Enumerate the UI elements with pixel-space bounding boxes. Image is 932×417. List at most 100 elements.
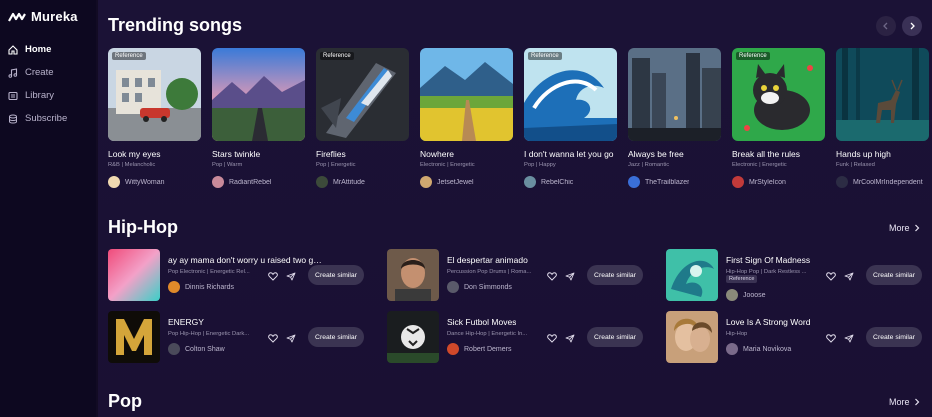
sidebar-item-label: Subscribe [25, 113, 68, 124]
sidebar-item-library[interactable]: Library [8, 84, 67, 107]
song-author[interactable]: Maria Novikova [726, 343, 791, 355]
item-actions [826, 268, 854, 286]
song-card[interactable]: Stars twinkle Pop | Warm RadiantRebel [212, 48, 305, 188]
share-icon[interactable] [286, 268, 296, 286]
song-author[interactable]: TheTrailblazer [628, 176, 721, 188]
song-tags: Pop | Happy [524, 162, 556, 168]
heart-icon[interactable] [547, 330, 557, 348]
song-author[interactable]: RebelChic [524, 176, 617, 188]
heart-icon[interactable] [268, 330, 278, 348]
song-cover: Reference [316, 48, 409, 141]
song-cover [108, 249, 160, 301]
hiphop-more-link[interactable]: More [889, 223, 920, 233]
create-similar-button[interactable]: Create similar [587, 327, 643, 347]
song-title: Stars twinkle [212, 149, 261, 159]
heart-icon[interactable] [826, 268, 836, 286]
song-card[interactable]: Always be free Jazz | Romantic TheTrailb… [628, 48, 721, 188]
song-author[interactable]: MrAttitude [316, 176, 409, 188]
song-card[interactable]: Reference Look my eyes R&B | Melancholic… [108, 48, 201, 188]
chevron-right-icon [910, 22, 915, 30]
avatar [168, 343, 180, 355]
song-author[interactable]: Jooose [726, 289, 766, 301]
song-title: Nowhere [420, 149, 455, 159]
song-author[interactable]: Robert Demers [447, 343, 511, 355]
home-icon [8, 44, 18, 55]
song-author[interactable]: RadiantRebel [212, 176, 305, 188]
song-title: Always be free [628, 149, 684, 159]
pop-more-link[interactable]: More [889, 397, 920, 407]
list-item[interactable]: Sick Futbol Moves Dance Hip-Hop | Energe… [387, 311, 645, 363]
author-name: Dinnis Richards [185, 283, 235, 291]
heart-icon[interactable] [547, 268, 557, 286]
list-item[interactable]: ENERGY Pop Hip-Hop | Energetic Dark... C… [108, 311, 366, 363]
reference-badge: Reference [736, 52, 770, 60]
sidebar-item-subscribe[interactable]: Subscribe [8, 107, 67, 130]
song-author[interactable]: Colton Shaw [168, 343, 225, 355]
avatar [420, 176, 432, 188]
list-item[interactable]: Love Is A Strong Word Hip-Hop Maria Novi… [666, 311, 924, 363]
author-name: Maria Novikova [743, 345, 792, 353]
author-name: RadiantRebel [229, 178, 272, 186]
heart-icon[interactable] [826, 330, 836, 348]
share-icon[interactable] [286, 330, 296, 348]
song-author[interactable]: WittyWoman [108, 176, 201, 188]
song-title: I don't wanna let you go [524, 149, 614, 159]
app-logo[interactable]: Mureka [8, 9, 78, 24]
song-tags: Pop | Energetic [316, 162, 356, 168]
create-similar-button[interactable]: Create similar [308, 265, 364, 285]
more-label: More [889, 397, 910, 407]
list-item[interactable]: ay ay mama don't worry u raised two gais… [108, 249, 366, 301]
subscribe-icon [9, 114, 17, 123]
author-name: Robert Demers [464, 345, 512, 353]
list-item[interactable]: First Sign Of Madness Hip-Hop Pop | Dark… [666, 249, 924, 301]
song-card[interactable]: Reference I don't wanna let you go Pop |… [524, 48, 617, 188]
create-similar-button[interactable]: Create similar [587, 265, 643, 285]
song-card[interactable]: Hands up high Funk | Relaxed MrCoolMrInd… [836, 48, 929, 188]
song-title: Look my eyes [108, 149, 161, 159]
item-actions [268, 330, 296, 348]
sidebar-item-home[interactable]: Home [8, 38, 67, 61]
song-title: First Sign Of Madness [726, 255, 811, 265]
song-author[interactable]: MrCoolMrIndependent [836, 176, 929, 188]
item-actions [547, 330, 575, 348]
sidebar-nav: Home Create Library Subscribe [8, 38, 67, 130]
music-note-icon [8, 67, 18, 78]
song-author[interactable]: Dinnis Richards [168, 281, 234, 293]
share-icon[interactable] [844, 330, 854, 348]
create-similar-button[interactable]: Create similar [308, 327, 364, 347]
song-tags: Jazz | Romantic [628, 162, 670, 168]
share-icon[interactable] [565, 330, 575, 348]
song-title: Sick Futbol Moves [447, 317, 517, 327]
song-tags: R&B | Melancholic [108, 162, 156, 168]
avatar [524, 176, 536, 188]
song-cover: Reference [108, 48, 201, 141]
song-card[interactable]: Reference Fireflies Pop | Energetic MrAt… [316, 48, 409, 188]
song-author[interactable]: Don Simmonds [447, 281, 512, 293]
song-tags: Percussion Pop Drums | Roma... [447, 269, 532, 275]
song-card[interactable]: Reference Break all the rules Electronic… [732, 48, 825, 188]
song-tags: Pop Electronic | Energetic Rel... [168, 269, 250, 275]
song-card[interactable]: Nowhere Electronic | Energetic JetsetJew… [420, 48, 513, 188]
carousel-prev-button[interactable] [876, 16, 896, 36]
sidebar-item-label: Library [25, 90, 55, 101]
reference-badge: Reference [528, 52, 562, 60]
create-similar-button[interactable]: Create similar [866, 327, 922, 347]
carousel-next-button[interactable] [902, 16, 922, 36]
heart-icon[interactable] [268, 268, 278, 286]
song-author[interactable]: JetsetJewel [420, 176, 513, 188]
song-author[interactable]: MrStyleIcon [732, 176, 825, 188]
avatar [726, 343, 738, 355]
share-icon[interactable] [844, 268, 854, 286]
chevron-right-icon [914, 224, 919, 232]
reference-badge: Reference [726, 275, 758, 283]
song-title: Break all the rules [732, 149, 801, 159]
create-similar-button[interactable]: Create similar [866, 265, 922, 285]
sidebar-item-create[interactable]: Create [8, 61, 67, 84]
author-name: JetsetJewel [437, 178, 474, 186]
list-item[interactable]: El despertar animado Percussion Pop Drum… [387, 249, 645, 301]
author-name: Don Simmonds [464, 283, 512, 291]
share-icon[interactable] [565, 268, 575, 286]
pop-title: Pop [108, 391, 142, 411]
song-cover: Reference [524, 48, 617, 141]
song-cover [212, 48, 305, 141]
